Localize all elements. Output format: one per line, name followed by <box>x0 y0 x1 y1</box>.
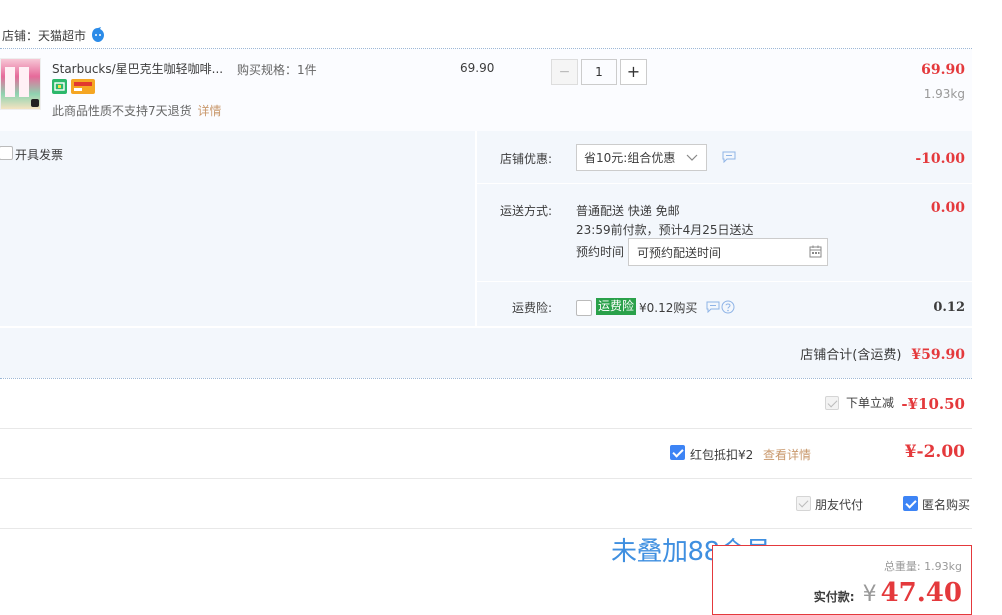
subtotal-value: ¥59.90 <box>911 347 965 363</box>
invoice-checkbox[interactable] <box>0 146 13 160</box>
product-image-icon <box>31 99 39 107</box>
insurance-value: 0.12 <box>933 300 965 315</box>
quantity-input[interactable]: 1 <box>581 59 617 85</box>
help-icon[interactable] <box>721 300 735 317</box>
panel-separator <box>477 281 972 282</box>
subtotal-label: 店铺合计(含运费) <box>800 348 902 363</box>
item-weight: 1.93kg <box>923 87 965 101</box>
invoice-label[interactable]: 开具发票 <box>15 146 63 163</box>
shop-discount-value: -10.00 <box>915 151 965 167</box>
insurance-price: ¥0.12购买 <box>639 301 698 315</box>
actual-payment-row: 实付款: ¥ 47.40 <box>814 578 962 608</box>
friend-pay-checkbox <box>796 496 811 511</box>
panel-separator <box>477 183 972 184</box>
shipping-label: 运送方式: <box>500 204 553 218</box>
insurance-label: 运费险: <box>512 301 553 315</box>
credit-card-icon <box>71 79 95 94</box>
shipping-method: 普通配送 快递 免邮 <box>576 204 680 218</box>
friend-pay-label: 朋友代付 <box>815 498 864 512</box>
quantity-minus-button[interactable]: − <box>551 59 578 85</box>
divider <box>0 478 972 479</box>
insurance-badge: 运费险 <box>596 298 637 315</box>
red-packet-detail-link[interactable]: 查看详情 <box>763 446 811 463</box>
shop-name[interactable]: 店铺：天猫超市 <box>2 27 86 44</box>
appointment-time-placeholder: 可预约配送时间 <box>637 245 722 260</box>
wangwang-chat-icon[interactable] <box>90 27 106 43</box>
total-weight: 总重量: 1.93kg <box>883 560 962 573</box>
product-image-icon <box>19 67 29 97</box>
product-title[interactable]: Starbucks/星巴克生咖轻咖啡... <box>52 60 223 77</box>
insurance-checkbox[interactable] <box>576 300 592 316</box>
instant-discount-checkbox <box>825 396 839 410</box>
shop-discount-select[interactable]: 省10元:组合优惠 <box>576 144 707 171</box>
product-spec: 购买规格：1件 <box>237 63 317 77</box>
panel-separator <box>0 326 972 328</box>
credit-card-stripe <box>74 82 92 86</box>
calendar-icon[interactable] <box>809 245 822 261</box>
return-notice-text: 此商品性质不支持7天退货 <box>52 104 192 118</box>
red-packet-value: ¥-2.00 <box>904 442 965 462</box>
return-notice: 此商品性质不支持7天退货 详情 <box>52 102 221 119</box>
message-icon[interactable] <box>706 301 720 316</box>
shipping-value: 0.00 <box>930 200 965 216</box>
chevron-down-icon <box>686 152 698 166</box>
red-packet-checkbox[interactable] <box>670 445 685 460</box>
shop-header: 店铺：天猫超市 <box>2 26 106 44</box>
appointment-label: 预约时间 <box>576 245 625 259</box>
divider <box>0 528 972 529</box>
red-packet-label[interactable]: 红包抵扣¥2 <box>690 446 753 463</box>
guarantee-icon <box>52 79 67 94</box>
divider <box>0 428 972 429</box>
unit-price: 69.90 <box>460 61 495 75</box>
subtotal-row: 店铺合计(含运费) ¥59.90 <box>800 344 965 363</box>
appointment-time-input[interactable]: 可预约配送时间 <box>628 238 828 266</box>
item-total: 69.90 <box>921 62 965 78</box>
actual-payment-label: 实付款: <box>813 590 855 604</box>
instant-discount-value: -¥10.50 <box>901 395 965 413</box>
shipping-eta: 23:59前付款，预计4月25日送达 <box>576 223 754 237</box>
actual-payment-amount: 47.40 <box>880 578 962 608</box>
product-thumbnail[interactable] <box>0 58 41 110</box>
message-icon[interactable] <box>722 151 736 166</box>
anonymous-label[interactable]: 匿名购买 <box>922 496 970 513</box>
quantity-plus-button[interactable]: + <box>620 59 647 85</box>
divider <box>0 378 972 379</box>
shop-discount-selected: 省10元:组合优惠 <box>584 151 676 165</box>
anonymous-checkbox[interactable] <box>903 496 918 511</box>
detail-link[interactable]: 详情 <box>197 104 221 118</box>
credit-card-chip <box>74 88 82 91</box>
currency-symbol: ¥ <box>862 582 877 607</box>
product-image-icon <box>5 67 15 97</box>
shop-discount-label: 店铺优惠: <box>500 152 553 166</box>
panel-separator <box>475 131 477 327</box>
instant-discount-label: 下单立减 <box>846 396 895 410</box>
